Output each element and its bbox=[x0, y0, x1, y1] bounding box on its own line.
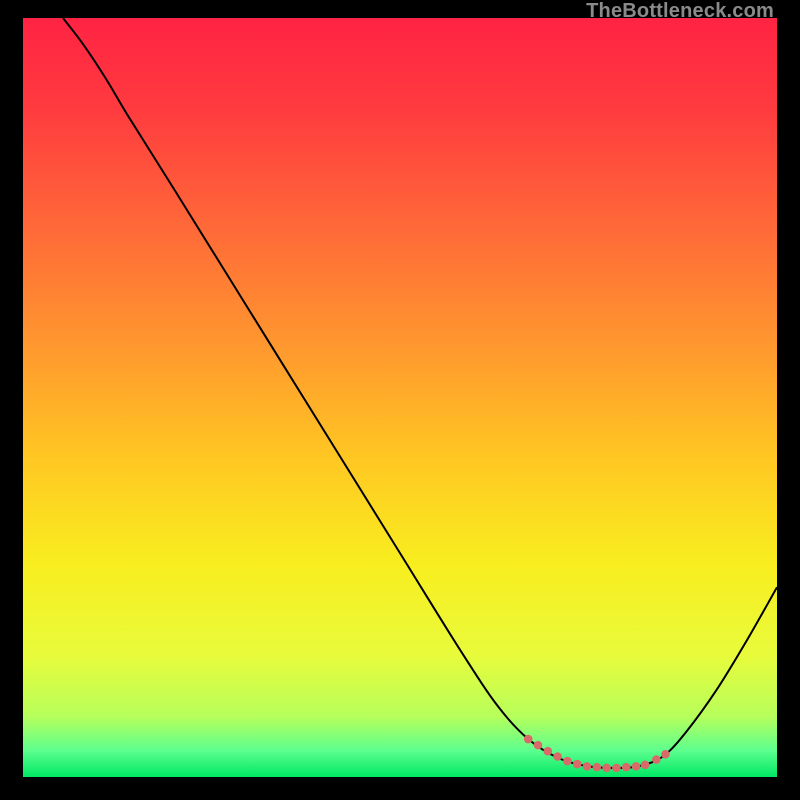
optimal-marker bbox=[641, 761, 650, 770]
optimal-marker bbox=[652, 755, 661, 764]
optimal-marker bbox=[661, 750, 670, 759]
watermark-text: TheBottleneck.com bbox=[586, 0, 774, 23]
chart-frame bbox=[23, 18, 777, 777]
bottleneck-chart bbox=[23, 18, 777, 777]
gradient-background bbox=[23, 18, 777, 777]
optimal-marker bbox=[553, 752, 562, 761]
optimal-marker bbox=[543, 747, 552, 756]
optimal-marker bbox=[622, 763, 631, 772]
optimal-marker bbox=[602, 764, 611, 773]
optimal-marker bbox=[592, 763, 601, 772]
optimal-marker bbox=[632, 762, 641, 771]
optimal-marker bbox=[563, 757, 572, 766]
optimal-marker bbox=[612, 764, 621, 773]
optimal-marker bbox=[573, 760, 582, 769]
optimal-marker bbox=[534, 741, 543, 750]
optimal-marker bbox=[524, 735, 533, 744]
optimal-marker bbox=[583, 762, 592, 771]
